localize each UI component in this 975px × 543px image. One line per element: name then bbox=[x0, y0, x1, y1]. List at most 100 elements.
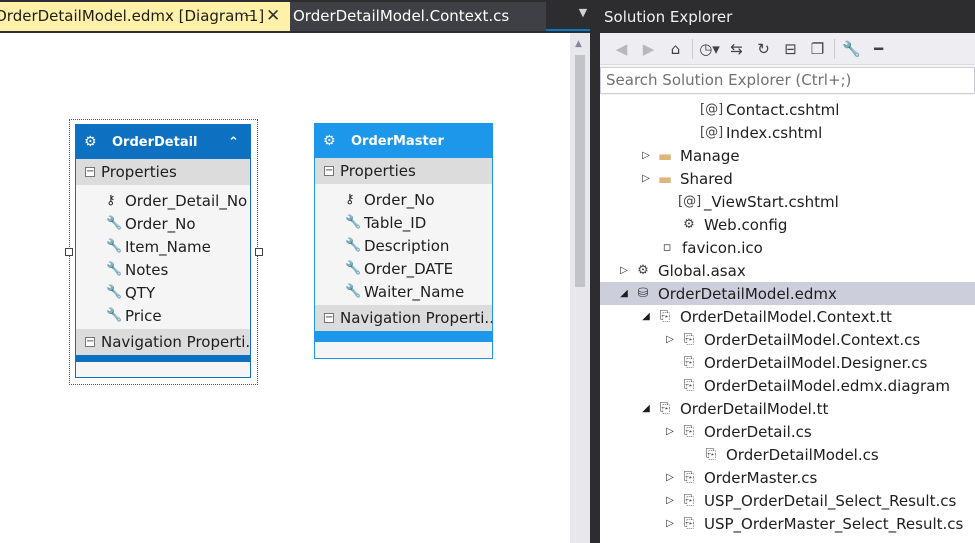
solution-tree: [@] Contact.cshtml [@] Index.cshtml ▷ ▬ Manage… bbox=[600, 95, 975, 543]
section-collapse-icon[interactable]: − bbox=[324, 313, 334, 323]
panel-splitter[interactable] bbox=[590, 0, 600, 543]
property-row[interactable]: ⚷ Order_No bbox=[315, 188, 492, 211]
tree-item-label: Shared bbox=[680, 169, 733, 188]
pin-icon[interactable]: ━ bbox=[865, 37, 892, 61]
collapsed-arrow-icon[interactable]: ▷ bbox=[662, 334, 678, 345]
property-name: Notes bbox=[125, 260, 169, 279]
toolbar-separator bbox=[834, 38, 835, 59]
edmx-icon: ⛁ bbox=[637, 286, 649, 301]
pending-changes-icon[interactable]: ◷▾ bbox=[696, 37, 723, 61]
section-collapse-icon[interactable]: − bbox=[85, 167, 95, 177]
property-name: Order_No bbox=[364, 190, 435, 209]
show-all-files-icon[interactable]: ❐ bbox=[804, 37, 831, 61]
resize-handle-left[interactable] bbox=[65, 248, 73, 256]
property-name: Waiter_Name bbox=[364, 282, 465, 301]
solution-explorer-toolbar: ◀ ▶ ⌂ ◷▾ ⇆ ↻ ⊟ ❐ 🔧 ━ bbox=[600, 33, 975, 65]
entity-orderdetail[interactable]: ⚙ OrderDetail ⌃ − Properties ⚷ Order_Deta… bbox=[75, 124, 251, 378]
tree-item[interactable]: [@] Index.cshtml bbox=[600, 121, 975, 144]
expanded-arrow-icon[interactable]: ◢ bbox=[638, 311, 654, 322]
navigation-section-header[interactable]: − Navigation Properti... bbox=[76, 329, 250, 355]
search-solution-explorer-input[interactable]: Search Solution Explorer (Ctrl+;) bbox=[600, 67, 975, 94]
key-icon: ⚷ bbox=[345, 192, 355, 207]
properties-section-label: Properties bbox=[340, 162, 416, 180]
tree-item[interactable]: ▷ ⚙ Global.asax bbox=[600, 259, 975, 282]
property-list: ⚷ Order_Detail_No 🔧 Order_No 🔧 Item_Name 🔧 Note… bbox=[76, 185, 250, 329]
property-name: Order_Detail_No bbox=[125, 191, 248, 210]
navigation-section-header[interactable]: − Navigation Properti... bbox=[315, 305, 492, 331]
tree-item[interactable]: ◢ ⎘ OrderDetailModel.tt bbox=[600, 397, 975, 420]
section-collapse-icon[interactable]: − bbox=[324, 166, 334, 176]
close-tab-icon[interactable]: ✕ bbox=[266, 2, 280, 31]
folder-icon: ▬ bbox=[657, 146, 673, 165]
property-row[interactable]: 🔧 QTY bbox=[76, 281, 250, 304]
refresh-icon[interactable]: ↻ bbox=[750, 37, 777, 61]
property-row[interactable]: 🔧 Order_DATE bbox=[315, 257, 492, 280]
tab-context-cs[interactable]: OrderDetailModel.Context.cs bbox=[290, 2, 546, 31]
entity-ordermaster[interactable]: ⚙ OrderMaster − Properties ⚷ Order_No 🔧 Tab… bbox=[314, 123, 493, 359]
tree-item-label: OrderMaster.cs bbox=[704, 468, 818, 487]
config-icon: ⚙ bbox=[683, 217, 695, 232]
expanded-arrow-icon[interactable]: ◢ bbox=[638, 403, 654, 414]
tree-item[interactable]: ◢ ⎘ OrderDetailModel.Context.tt bbox=[600, 305, 975, 328]
property-row[interactable]: ⚷ Order_Detail_No bbox=[76, 189, 250, 212]
property-row[interactable]: 🔧 Notes bbox=[76, 258, 250, 281]
tree-item[interactable]: ▷ ⎘ OrderDetailModel.Context.cs bbox=[600, 328, 975, 351]
tree-item[interactable]: ⎘ OrderDetailModel.cs bbox=[600, 443, 975, 466]
edmx-designer-canvas[interactable]: ⚙ OrderDetail ⌃ − Properties ⚷ Order_Deta… bbox=[0, 33, 570, 543]
cs-file-icon: ⎘ bbox=[683, 332, 695, 347]
tree-item[interactable]: [@] Contact.cshtml bbox=[600, 98, 975, 121]
back-icon[interactable]: ◀ bbox=[608, 37, 635, 61]
tree-item[interactable]: ▷ ⎘ USP_OrderMaster_Select_Result.cs bbox=[600, 512, 975, 535]
resize-handle-right[interactable] bbox=[255, 248, 263, 256]
collapsed-arrow-icon[interactable]: ▷ bbox=[638, 173, 654, 184]
tree-item[interactable]: ◢ ⛁ OrderDetailModel.edmx bbox=[600, 282, 975, 305]
tree-item[interactable]: ▷ ⎘ USP_OrderDetail_Select_Result.cs bbox=[600, 489, 975, 512]
properties-icon[interactable]: 🔧 bbox=[838, 37, 865, 61]
collapse-chevron-icon[interactable]: ⌃ bbox=[228, 135, 250, 150]
property-row[interactable]: 🔧 Price bbox=[76, 304, 250, 327]
tree-item[interactable]: ⎘ OrderDetailModel.Designer.cs bbox=[600, 351, 975, 374]
tree-item[interactable]: ⎘ OrderDetailModel.edmx.diagram bbox=[600, 374, 975, 397]
sync-icon[interactable]: ⇆ bbox=[723, 37, 750, 61]
property-name: Description bbox=[364, 236, 450, 255]
tree-item[interactable]: ⚙ Web.config bbox=[600, 213, 975, 236]
designer-vertical-scrollbar[interactable]: ▲ bbox=[570, 33, 590, 543]
wrench-icon: 🔧 bbox=[345, 284, 362, 299]
properties-section-header[interactable]: − Properties bbox=[315, 158, 492, 184]
collapsed-arrow-icon[interactable]: ▷ bbox=[662, 495, 678, 506]
tree-item-label: Contact.cshtml bbox=[726, 100, 840, 119]
properties-section-header[interactable]: − Properties bbox=[76, 159, 250, 185]
property-row[interactable]: 🔧 Order_No bbox=[76, 212, 250, 235]
wrench-icon: 🔧 bbox=[345, 215, 362, 230]
entity-header[interactable]: ⚙ OrderDetail ⌃ bbox=[76, 125, 250, 159]
forward-icon[interactable]: ▶ bbox=[635, 37, 662, 61]
collapsed-arrow-icon[interactable]: ▷ bbox=[662, 426, 678, 437]
home-icon[interactable]: ⌂ bbox=[662, 37, 689, 61]
tree-item[interactable]: ▫ favicon.ico bbox=[600, 236, 975, 259]
collapsed-arrow-icon[interactable]: ▷ bbox=[616, 265, 632, 276]
solution-explorer-panel: Solution Explorer ◀ ▶ ⌂ ◷▾ ⇆ ↻ ⊟ ❐ 🔧 ━ Search Sol… bbox=[600, 0, 975, 543]
section-collapse-icon[interactable]: − bbox=[85, 337, 95, 347]
tree-item[interactable]: ▷ ⎘ OrderMaster.cs bbox=[600, 466, 975, 489]
tree-item[interactable]: ▷ ▬ Manage bbox=[600, 144, 975, 167]
property-row[interactable]: 🔧 Item_Name bbox=[76, 235, 250, 258]
global-asax-icon: ⚙ bbox=[637, 263, 649, 278]
entity-header[interactable]: ⚙ OrderMaster bbox=[315, 124, 492, 158]
cs-file-icon: ⎘ bbox=[683, 493, 695, 508]
expanded-arrow-icon[interactable]: ◢ bbox=[616, 288, 632, 299]
tree-item-label: OrderDetailModel.Context.cs bbox=[704, 330, 921, 349]
collapse-all-icon[interactable]: ⊟ bbox=[777, 37, 804, 61]
tree-item[interactable]: [@] _ViewStart.cshtml bbox=[600, 190, 975, 213]
tree-item[interactable]: ▷ ⎘ OrderDetail.cs bbox=[600, 420, 975, 443]
scrollbar-thumb[interactable] bbox=[575, 55, 585, 287]
collapsed-arrow-icon[interactable]: ▷ bbox=[662, 472, 678, 483]
pin-tab-icon[interactable]: ⊣ bbox=[244, 2, 255, 31]
property-row[interactable]: 🔧 Description bbox=[315, 234, 492, 257]
property-row[interactable]: 🔧 Waiter_Name bbox=[315, 280, 492, 303]
collapsed-arrow-icon[interactable]: ▷ bbox=[638, 150, 654, 161]
scroll-up-arrow-icon[interactable]: ▲ bbox=[575, 39, 582, 49]
property-row[interactable]: 🔧 Table_ID bbox=[315, 211, 492, 234]
collapsed-arrow-icon[interactable]: ▷ bbox=[662, 518, 678, 529]
tree-item[interactable]: ▷ ▬ Shared bbox=[600, 167, 975, 190]
tab-diagram[interactable]: OrderDetailModel.edmx [Diagram1] ⊣ ✕ bbox=[0, 2, 290, 31]
